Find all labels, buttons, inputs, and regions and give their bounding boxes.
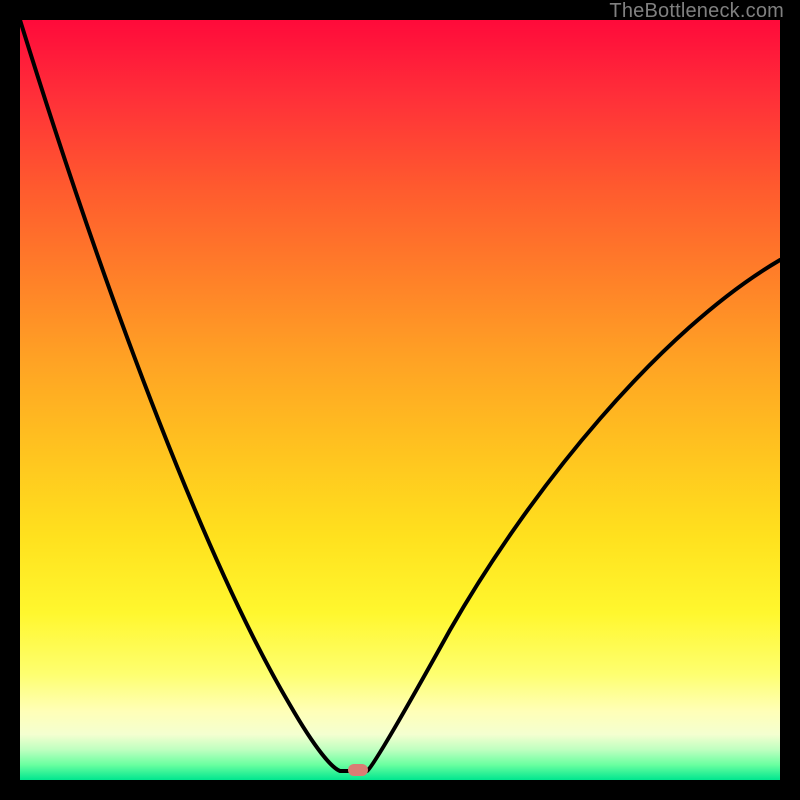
watermark-text: TheBottleneck.com xyxy=(609,0,784,23)
optimal-marker xyxy=(348,764,368,776)
bottleneck-curve xyxy=(20,20,780,771)
chart-frame: TheBottleneck.com xyxy=(0,0,800,800)
curve-svg xyxy=(20,20,780,780)
